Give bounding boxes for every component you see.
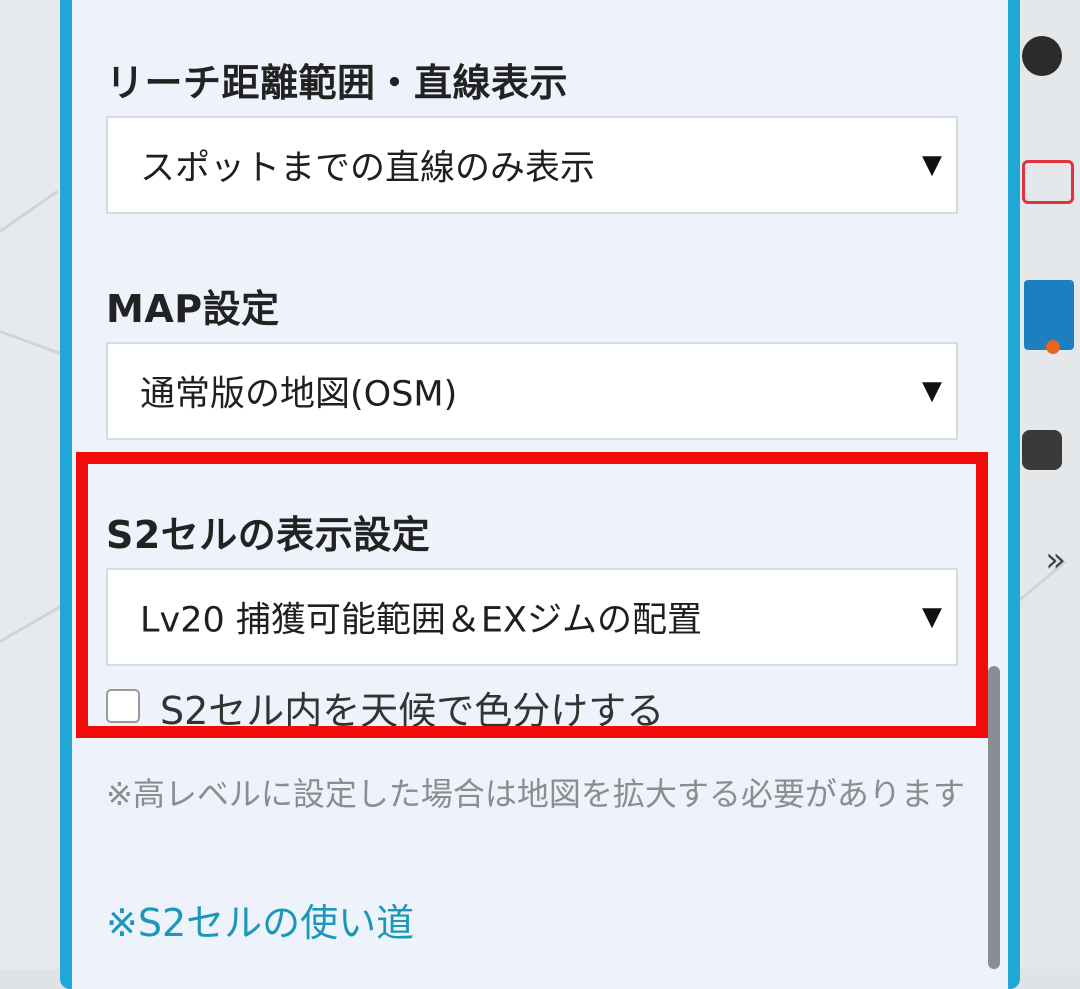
map-left-strip [0, 0, 60, 969]
map-right-strip [1018, 0, 1080, 969]
zoom-note: ※高レベルに設定した場合は地図を拡大する必要があります [106, 775, 965, 813]
map-pokestop-icon[interactable] [1022, 160, 1074, 204]
highlight-frame [76, 452, 988, 738]
reach-setting-select[interactable]: スポットまでの直線のみ表示 ▼ [106, 116, 958, 214]
dropdown-arrow-icon: ▼ [922, 376, 942, 406]
map-marker-icon[interactable] [1022, 36, 1062, 76]
map-dot-icon [1046, 340, 1060, 354]
map-setting-select[interactable]: 通常版の地図(OSM) ▼ [106, 342, 958, 440]
map-pokemon-icon[interactable] [1022, 430, 1062, 470]
map-setting-value: 通常版の地図(OSM) [140, 374, 458, 415]
map-setting-title: MAP設定 [106, 287, 280, 331]
dropdown-arrow-icon: ▼ [922, 150, 942, 180]
s2-usage-link[interactable]: ※S2セルの使い道 [106, 892, 414, 947]
map-gym-icon[interactable] [1024, 280, 1074, 350]
reach-setting-value: スポットまでの直線のみ表示 [140, 148, 596, 189]
scrollbar-thumb[interactable] [988, 666, 1000, 969]
reach-setting-title: リーチ距離範囲・直線表示 [106, 61, 569, 105]
chevron-right-icon[interactable]: » [1045, 540, 1066, 580]
